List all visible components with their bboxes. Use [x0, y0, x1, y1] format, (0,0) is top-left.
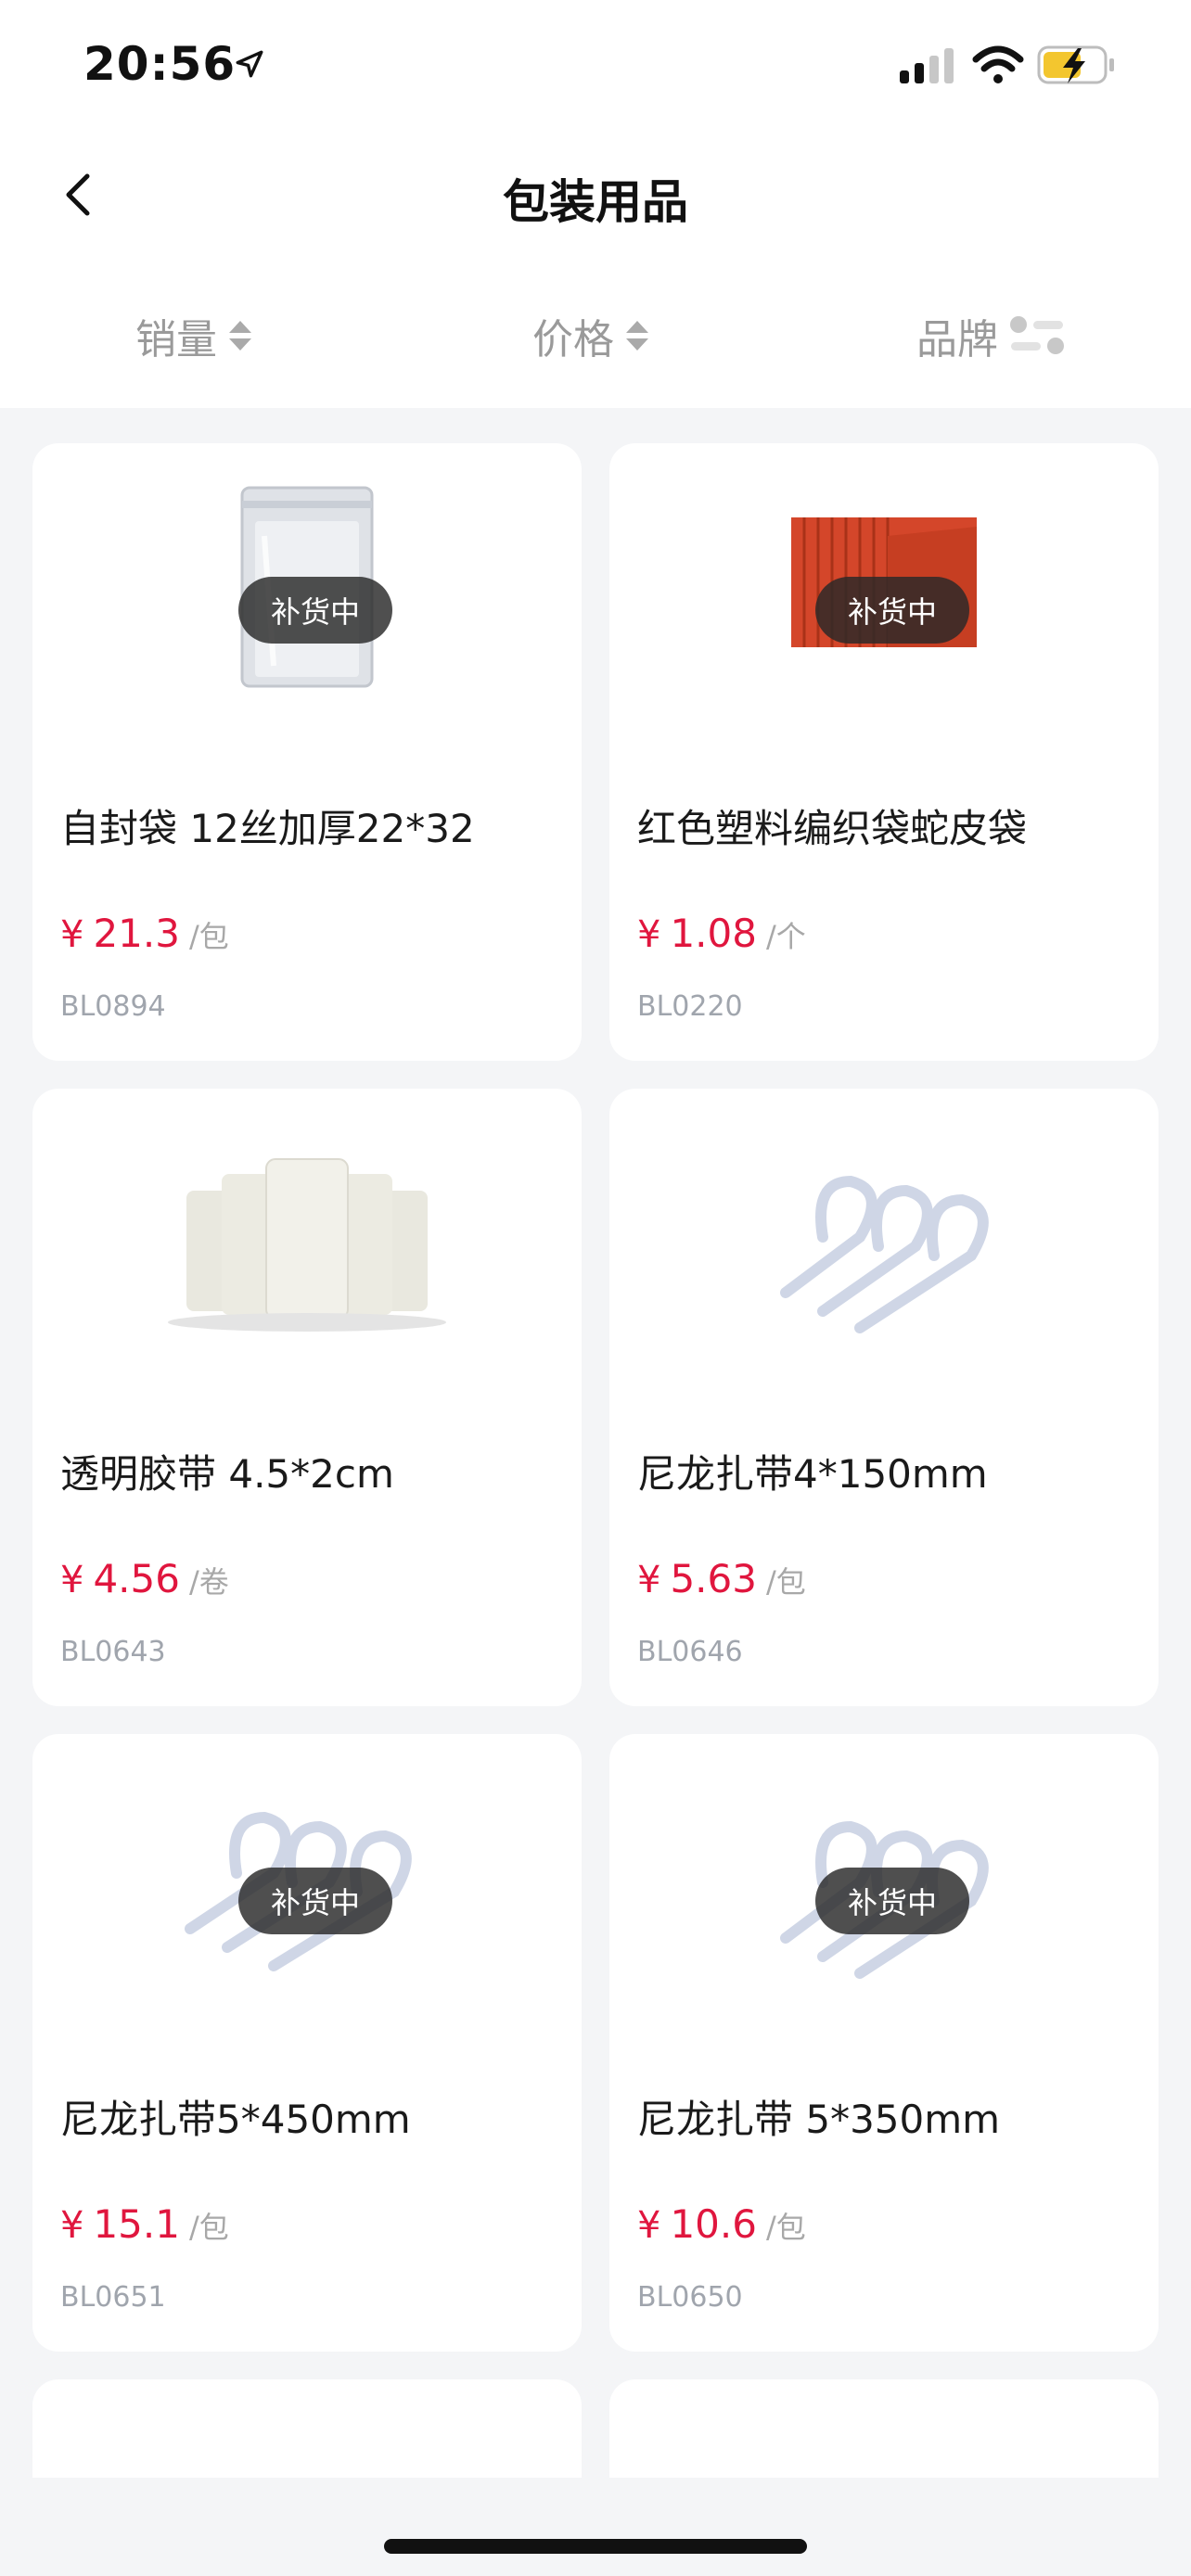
product-name: 尼龙扎带5*450mm — [60, 2097, 411, 2142]
sort-arrows-icon — [626, 321, 648, 351]
cellular-signal-icon — [900, 48, 954, 83]
sort-by-sales-label: 销量 — [135, 316, 217, 363]
product-price: ¥15.1/包 — [60, 2201, 229, 2247]
price-value: 21.3 — [93, 911, 180, 956]
sort-arrows-icon — [229, 321, 251, 351]
price-unit: /个 — [765, 919, 806, 954]
product-image — [168, 1158, 446, 1332]
product-card[interactable]: 尼龙扎带4*150mm ¥5.63/包 BL0646 — [609, 1089, 1159, 1706]
location-arrow-icon — [236, 50, 263, 78]
price-unit: /包 — [765, 2210, 806, 2245]
filter-by-brand[interactable]: 品牌 — [916, 306, 1067, 365]
product-sku: BL0894 — [60, 990, 166, 1023]
status-bar: 20:56 — [0, 0, 1191, 130]
product-card[interactable]: 补货中 尼龙扎带 5*350mm ¥10.6/包 BL0650 — [609, 1734, 1159, 2352]
price-unit: /包 — [188, 919, 229, 954]
product-sku: BL0646 — [637, 1636, 743, 1668]
price-value: 15.1 — [93, 2201, 180, 2247]
product-card[interactable]: 补货中 自封袋 12丝加厚22*32 ¥21.3/包 BL0894 — [32, 443, 582, 1061]
sort-by-price[interactable]: 价格 — [532, 306, 651, 365]
price-value: 1.08 — [670, 911, 757, 956]
product-name: 尼龙扎带4*150mm — [637, 1451, 988, 1497]
currency-symbol: ¥ — [60, 1559, 84, 1601]
product-grid: 补货中 自封袋 12丝加厚22*32 ¥21.3/包 BL0894 补货中 红色… — [32, 443, 1159, 2509]
home-indicator — [384, 2539, 807, 2554]
navigation-bar: 包装用品 — [0, 130, 1191, 269]
filter-options-icon — [1010, 316, 1064, 354]
product-sku: BL0651 — [60, 2281, 166, 2314]
product-sku: BL0643 — [60, 1636, 166, 1668]
product-price: ¥10.6/包 — [637, 2201, 806, 2247]
filter-by-brand-label: 品牌 — [916, 316, 998, 363]
sort-by-price-label: 价格 — [532, 316, 614, 363]
sort-by-sales[interactable]: 销量 — [135, 306, 254, 365]
product-price: ¥1.08/个 — [637, 911, 806, 956]
page-title: 包装用品 — [503, 175, 688, 229]
wifi-icon — [972, 45, 1024, 83]
product-image — [780, 1175, 989, 1333]
product-name: 自封袋 12丝加厚22*32 — [60, 806, 475, 851]
product-sku: BL0650 — [637, 2281, 743, 2314]
price-unit: /包 — [765, 1564, 806, 1600]
product-card[interactable]: 补货中 尼龙扎带5*450mm ¥15.1/包 BL0651 — [32, 1734, 582, 2352]
product-name: 红色塑料编织袋蛇皮袋 — [637, 806, 1028, 851]
product-card[interactable]: 透明胶带 4.5*2cm ¥4.56/卷 BL0643 — [32, 1089, 582, 1706]
currency-symbol: ¥ — [60, 2204, 84, 2247]
product-price: ¥5.63/包 — [637, 1556, 806, 1601]
price-value: 4.56 — [93, 1556, 180, 1601]
product-name: 尼龙扎带 5*350mm — [637, 2097, 1001, 2142]
restocking-badge: 补货中 — [815, 577, 969, 644]
price-value: 10.6 — [670, 2201, 757, 2247]
restocking-badge: 补货中 — [238, 577, 392, 644]
price-unit: /包 — [188, 2210, 229, 2245]
price-unit: /卷 — [188, 1564, 229, 1600]
product-price: ¥4.56/卷 — [60, 1556, 229, 1601]
bottom-safe-area — [0, 2478, 1191, 2576]
product-card[interactable]: 补货中 红色塑料编织袋蛇皮袋 ¥1.08/个 BL0220 — [609, 443, 1159, 1061]
restocking-badge: 补货中 — [815, 1868, 969, 1934]
battery-charging-icon — [1037, 45, 1114, 84]
currency-symbol: ¥ — [637, 913, 661, 956]
status-time: 20:56 — [83, 37, 237, 91]
currency-symbol: ¥ — [637, 2204, 661, 2247]
sort-filter-bar: 销量 价格 品牌 — [0, 269, 1191, 408]
price-value: 5.63 — [670, 1556, 757, 1601]
currency-symbol: ¥ — [60, 913, 84, 956]
currency-symbol: ¥ — [637, 1559, 661, 1601]
restocking-badge: 补货中 — [238, 1868, 392, 1934]
product-name: 透明胶带 4.5*2cm — [60, 1451, 394, 1497]
product-price: ¥21.3/包 — [60, 911, 229, 956]
product-sku: BL0220 — [637, 990, 743, 1023]
